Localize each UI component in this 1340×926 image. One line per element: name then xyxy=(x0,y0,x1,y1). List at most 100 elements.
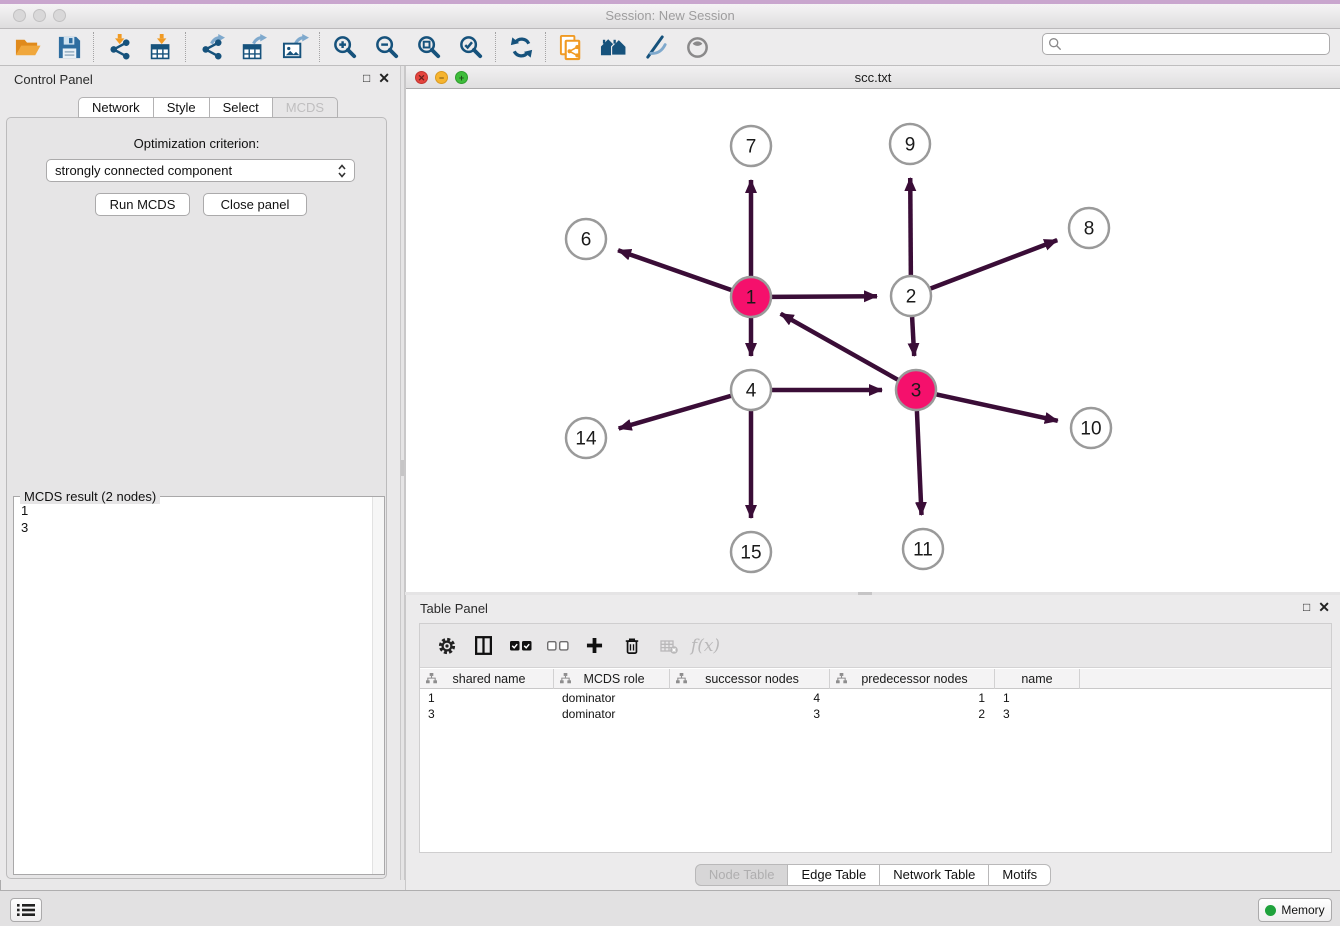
import-table-button[interactable] xyxy=(140,30,182,64)
column-header-name[interactable]: name xyxy=(995,669,1080,689)
network-graph: 7 9 6 8 1 2 4 3 14 10 15 11 xyxy=(406,89,1340,592)
graph-edge-4-14[interactable] xyxy=(619,396,731,429)
network-home-button[interactable] xyxy=(592,30,634,64)
svg-text:14: 14 xyxy=(575,429,597,450)
table-cell: 4 xyxy=(670,690,830,706)
hide-graphics-details-button[interactable] xyxy=(634,30,676,64)
table-tab-node-table[interactable]: Node Table xyxy=(695,864,789,886)
select-all-columns-button[interactable] xyxy=(502,628,539,664)
export-network-button[interactable] xyxy=(190,30,232,64)
network-home-icon xyxy=(600,34,627,61)
control-tab-style[interactable]: Style xyxy=(153,97,210,118)
add-column-icon xyxy=(586,637,603,654)
control-panel-tabs: NetworkStyleSelectMCDS xyxy=(78,97,338,118)
column-header-successor-nodes[interactable]: successor nodes xyxy=(670,669,830,689)
zoom-out-icon xyxy=(374,34,401,61)
control-panel-close-icon[interactable]: ✕ xyxy=(378,71,390,85)
control-tab-network[interactable]: Network xyxy=(78,97,154,118)
graph-node-11[interactable]: 11 xyxy=(903,529,943,569)
column-label: MCDS role xyxy=(583,672,644,686)
delete-columns-button[interactable] xyxy=(613,628,650,664)
graph-edge-3-1[interactable] xyxy=(781,314,898,380)
column-header-predecessor-nodes[interactable]: predecessor nodes xyxy=(830,669,995,689)
svg-text:10: 10 xyxy=(1080,419,1101,440)
graph-node-3[interactable]: 3 xyxy=(896,370,936,410)
refresh-layout-icon xyxy=(508,34,535,61)
graph-node-7[interactable]: 7 xyxy=(731,126,771,166)
graph-edge-2-9[interactable] xyxy=(910,178,911,275)
zoom-fit-button[interactable] xyxy=(408,30,450,64)
table-panel-close-icon[interactable]: ✕ xyxy=(1318,600,1330,614)
column-header-shared-name[interactable]: shared name xyxy=(420,669,554,689)
search-input[interactable] xyxy=(1062,34,1329,54)
save-session-icon xyxy=(56,34,83,61)
graph-edge-1-2[interactable] xyxy=(772,296,877,297)
table-cell: 2 xyxy=(830,706,995,722)
select-stepper-icon xyxy=(338,164,346,178)
table-cell: dominator xyxy=(554,706,670,722)
graph-node-6[interactable]: 6 xyxy=(566,219,606,259)
graph-node-9[interactable]: 9 xyxy=(890,124,930,164)
memory-button[interactable]: Memory xyxy=(1258,898,1332,922)
graph-node-1[interactable]: 1 xyxy=(731,277,771,317)
table-row[interactable]: 1dominator411 xyxy=(420,690,1331,706)
import-network-button[interactable] xyxy=(98,30,140,64)
network-window-title: scc.txt xyxy=(406,66,1340,89)
import-network-icon xyxy=(106,34,133,61)
table-tab-network-table[interactable]: Network Table xyxy=(879,864,989,886)
column-label: name xyxy=(1021,672,1052,686)
clone-network-button[interactable] xyxy=(550,30,592,64)
node-table: f(x) shared name MCDS role successor nodes… xyxy=(419,623,1332,853)
graph-edge-3-10[interactable] xyxy=(937,394,1058,420)
network-window-titlebar: ✕ − + scc.txt xyxy=(406,66,1340,89)
table-row[interactable]: 3dominator323 xyxy=(420,706,1331,722)
add-column-button[interactable] xyxy=(576,628,613,664)
control-tab-mcds[interactable]: MCDS xyxy=(272,97,338,118)
show-columns-button[interactable] xyxy=(465,628,502,664)
save-session-button[interactable] xyxy=(48,30,90,64)
control-tab-select[interactable]: Select xyxy=(209,97,273,118)
table-panel-float-icon[interactable]: □ xyxy=(1303,600,1310,614)
delete-table-button[interactable] xyxy=(650,628,687,664)
settings-gear-button[interactable] xyxy=(428,628,465,664)
clear-column-selection-button[interactable] xyxy=(539,628,576,664)
export-table-button[interactable] xyxy=(232,30,274,64)
graph-edge-3-11[interactable] xyxy=(917,411,922,515)
function-builder-icon: f(x) xyxy=(691,636,720,656)
graph-edge-1-6[interactable] xyxy=(618,250,731,290)
control-panel-float-icon[interactable]: □ xyxy=(363,71,370,85)
graph-node-4[interactable]: 4 xyxy=(731,370,771,410)
open-file-button[interactable] xyxy=(6,30,48,64)
zoom-selected-icon xyxy=(458,34,485,61)
graph-edge-2-3[interactable] xyxy=(912,317,914,356)
column-header-MCDS-role[interactable]: MCDS role xyxy=(554,669,670,689)
svg-text:9: 9 xyxy=(905,135,916,156)
optimization-criterion-label: Optimization criterion: xyxy=(7,136,386,151)
task-history-button[interactable] xyxy=(10,898,42,922)
network-canvas[interactable]: 7 9 6 8 1 2 4 3 14 10 15 11 xyxy=(406,89,1340,592)
zoom-selected-button[interactable] xyxy=(450,30,492,64)
export-image-button[interactable] xyxy=(274,30,316,64)
search-box[interactable] xyxy=(1042,33,1330,55)
close-panel-button[interactable]: Close panel xyxy=(203,193,307,216)
zoom-out-button[interactable] xyxy=(366,30,408,64)
graph-node-10[interactable]: 10 xyxy=(1071,408,1111,448)
run-mcds-button[interactable]: Run MCDS xyxy=(95,193,190,216)
refresh-layout-button[interactable] xyxy=(500,30,542,64)
mcds-result-scrollbar[interactable] xyxy=(372,497,384,874)
zoom-in-icon xyxy=(332,34,359,61)
graph-edge-2-8[interactable] xyxy=(931,240,1058,288)
open-file-icon xyxy=(14,34,41,61)
optimization-criterion-select[interactable]: strongly connected component xyxy=(46,159,355,182)
mcds-result-text[interactable]: 13 xyxy=(14,500,372,874)
function-builder-button[interactable]: f(x) xyxy=(687,628,724,664)
window-titlebar: Session: New Session xyxy=(0,4,1340,29)
zoom-in-button[interactable] xyxy=(324,30,366,64)
graph-node-14[interactable]: 14 xyxy=(566,418,606,458)
graph-node-2[interactable]: 2 xyxy=(891,276,931,316)
graph-node-15[interactable]: 15 xyxy=(731,532,771,572)
graph-node-8[interactable]: 8 xyxy=(1069,208,1109,248)
table-tab-motifs[interactable]: Motifs xyxy=(988,864,1051,886)
eye-button[interactable] xyxy=(676,30,718,64)
table-tab-edge-table[interactable]: Edge Table xyxy=(787,864,880,886)
